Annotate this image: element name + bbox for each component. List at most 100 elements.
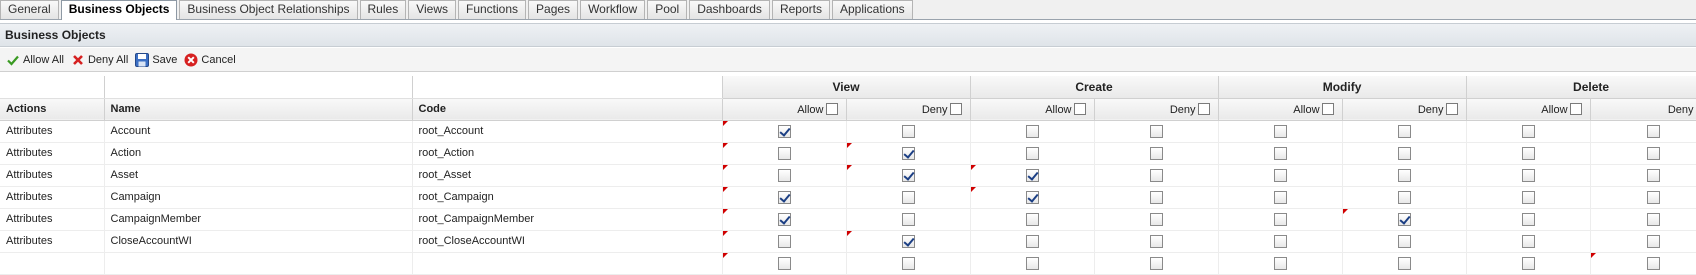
- view-allow-checkbox[interactable]: [778, 147, 791, 160]
- tab-business-object-relationships[interactable]: Business Object Relationships: [179, 0, 357, 19]
- actions-cell[interactable]: Attributes: [0, 230, 104, 252]
- modify-allow-checkbox[interactable]: [1274, 147, 1287, 160]
- modify-deny-checkbox[interactable]: [1398, 213, 1411, 226]
- delete-allow-all-checkbox[interactable]: [1570, 103, 1582, 115]
- actions-cell[interactable]: Attributes: [0, 208, 104, 230]
- create-allow-checkbox[interactable]: [1026, 147, 1039, 160]
- tab-dashboards[interactable]: Dashboards: [689, 0, 770, 19]
- table-row[interactable]: AttributesActionroot_Action: [0, 142, 1696, 164]
- tab-pages[interactable]: Pages: [528, 0, 578, 19]
- delete-deny-checkbox[interactable]: [1647, 191, 1660, 204]
- create-allow-checkbox[interactable]: [1026, 169, 1039, 182]
- create-allow-checkbox[interactable]: [1026, 191, 1039, 204]
- create-deny-checkbox[interactable]: [1150, 191, 1163, 204]
- create-deny-checkbox[interactable]: [1150, 213, 1163, 226]
- view-allow-checkbox[interactable]: [778, 235, 791, 248]
- delete-allow-checkbox[interactable]: [1522, 213, 1535, 226]
- table-row[interactable]: AttributesCloseAccountWIroot_CloseAccoun…: [0, 230, 1696, 252]
- view-deny-checkbox[interactable]: [902, 169, 915, 182]
- create-deny-checkbox[interactable]: [1150, 169, 1163, 182]
- tab-general[interactable]: General: [0, 0, 59, 19]
- delete-allow-checkbox[interactable]: [1522, 235, 1535, 248]
- delete-deny-checkbox[interactable]: [1647, 147, 1660, 160]
- delete-allow-checkbox[interactable]: [1522, 147, 1535, 160]
- actions-cell[interactable]: Attributes: [0, 186, 104, 208]
- table-row[interactable]: AttributesAccountroot_Account: [0, 120, 1696, 142]
- modify-deny-checkbox[interactable]: [1398, 191, 1411, 204]
- permission-cell: [846, 230, 970, 252]
- permission-cell: [1342, 230, 1466, 252]
- create-deny-all-checkbox[interactable]: [1198, 103, 1210, 115]
- view-deny-checkbox[interactable]: [902, 257, 915, 270]
- view-allow-all-checkbox[interactable]: [826, 103, 838, 115]
- create-allow-checkbox[interactable]: [1026, 213, 1039, 226]
- actions-cell[interactable]: Attributes: [0, 164, 104, 186]
- column-header-actions[interactable]: Actions: [0, 98, 104, 120]
- create-allow-checkbox[interactable]: [1026, 257, 1039, 270]
- delete-deny-checkbox[interactable]: [1647, 257, 1660, 270]
- modify-allow-checkbox[interactable]: [1274, 191, 1287, 204]
- modify-allow-checkbox[interactable]: [1274, 125, 1287, 138]
- column-header-name[interactable]: Name: [104, 98, 412, 120]
- modify-allow-all-checkbox[interactable]: [1322, 103, 1334, 115]
- tab-reports[interactable]: Reports: [772, 0, 830, 19]
- create-deny-checkbox[interactable]: [1150, 125, 1163, 138]
- view-deny-all-checkbox[interactable]: [950, 103, 962, 115]
- cancel-button[interactable]: Cancel: [184, 53, 235, 67]
- create-deny-checkbox[interactable]: [1150, 235, 1163, 248]
- create-allow-checkbox[interactable]: [1026, 125, 1039, 138]
- save-button[interactable]: Save: [135, 53, 177, 67]
- view-allow-checkbox[interactable]: [778, 125, 791, 138]
- view-deny-checkbox[interactable]: [902, 235, 915, 248]
- tab-business-objects[interactable]: Business Objects: [61, 0, 178, 20]
- view-deny-checkbox[interactable]: [902, 191, 915, 204]
- delete-deny-checkbox[interactable]: [1647, 213, 1660, 226]
- delete-allow-checkbox[interactable]: [1522, 125, 1535, 138]
- permission-cell: [1094, 230, 1218, 252]
- tab-functions[interactable]: Functions: [458, 0, 526, 19]
- modify-deny-all-checkbox[interactable]: [1446, 103, 1458, 115]
- table-row[interactable]: AttributesAssetroot_Asset: [0, 164, 1696, 186]
- create-deny-checkbox[interactable]: [1150, 147, 1163, 160]
- delete-deny-checkbox[interactable]: [1647, 235, 1660, 248]
- create-deny-checkbox[interactable]: [1150, 257, 1163, 270]
- table-row[interactable]: AttributesCampaignroot_Campaign: [0, 186, 1696, 208]
- tab-rules[interactable]: Rules: [360, 0, 407, 19]
- tab-pool[interactable]: Pool: [647, 0, 687, 19]
- view-allow-checkbox[interactable]: [778, 169, 791, 182]
- table-row[interactable]: [0, 252, 1696, 274]
- delete-allow-checkbox[interactable]: [1522, 257, 1535, 270]
- view-deny-checkbox[interactable]: [902, 125, 915, 138]
- column-header-code[interactable]: Code: [412, 98, 722, 120]
- view-deny-checkbox[interactable]: [902, 213, 915, 226]
- view-allow-checkbox[interactable]: [778, 213, 791, 226]
- deny-all-button[interactable]: Deny All: [71, 53, 128, 67]
- delete-deny-checkbox[interactable]: [1647, 169, 1660, 182]
- view-allow-checkbox[interactable]: [778, 191, 791, 204]
- allow-all-button[interactable]: Allow All: [6, 53, 64, 67]
- actions-cell[interactable]: Attributes: [0, 120, 104, 142]
- create-allow-checkbox[interactable]: [1026, 235, 1039, 248]
- modify-deny-checkbox[interactable]: [1398, 235, 1411, 248]
- tab-workflow[interactable]: Workflow: [580, 0, 645, 19]
- modify-allow-checkbox[interactable]: [1274, 235, 1287, 248]
- delete-deny-checkbox[interactable]: [1647, 125, 1660, 138]
- modify-deny-checkbox[interactable]: [1398, 257, 1411, 270]
- tab-views[interactable]: Views: [408, 0, 456, 19]
- actions-cell[interactable]: [0, 252, 104, 274]
- delete-allow-checkbox[interactable]: [1522, 191, 1535, 204]
- table-row[interactable]: AttributesCampaignMemberroot_CampaignMem…: [0, 208, 1696, 230]
- modify-deny-checkbox[interactable]: [1398, 147, 1411, 160]
- create-allow-all-checkbox[interactable]: [1074, 103, 1086, 115]
- modify-allow-checkbox[interactable]: [1274, 169, 1287, 182]
- tab-applications[interactable]: Applications: [832, 0, 913, 19]
- modify-allow-checkbox[interactable]: [1274, 257, 1287, 270]
- modify-allow-checkbox[interactable]: [1274, 213, 1287, 226]
- view-deny-checkbox[interactable]: [902, 147, 915, 160]
- view-allow-checkbox[interactable]: [778, 257, 791, 270]
- modify-deny-checkbox[interactable]: [1398, 169, 1411, 182]
- actions-cell[interactable]: Attributes: [0, 142, 104, 164]
- delete-allow-checkbox[interactable]: [1522, 169, 1535, 182]
- permission-cell: [1218, 252, 1342, 274]
- modify-deny-checkbox[interactable]: [1398, 125, 1411, 138]
